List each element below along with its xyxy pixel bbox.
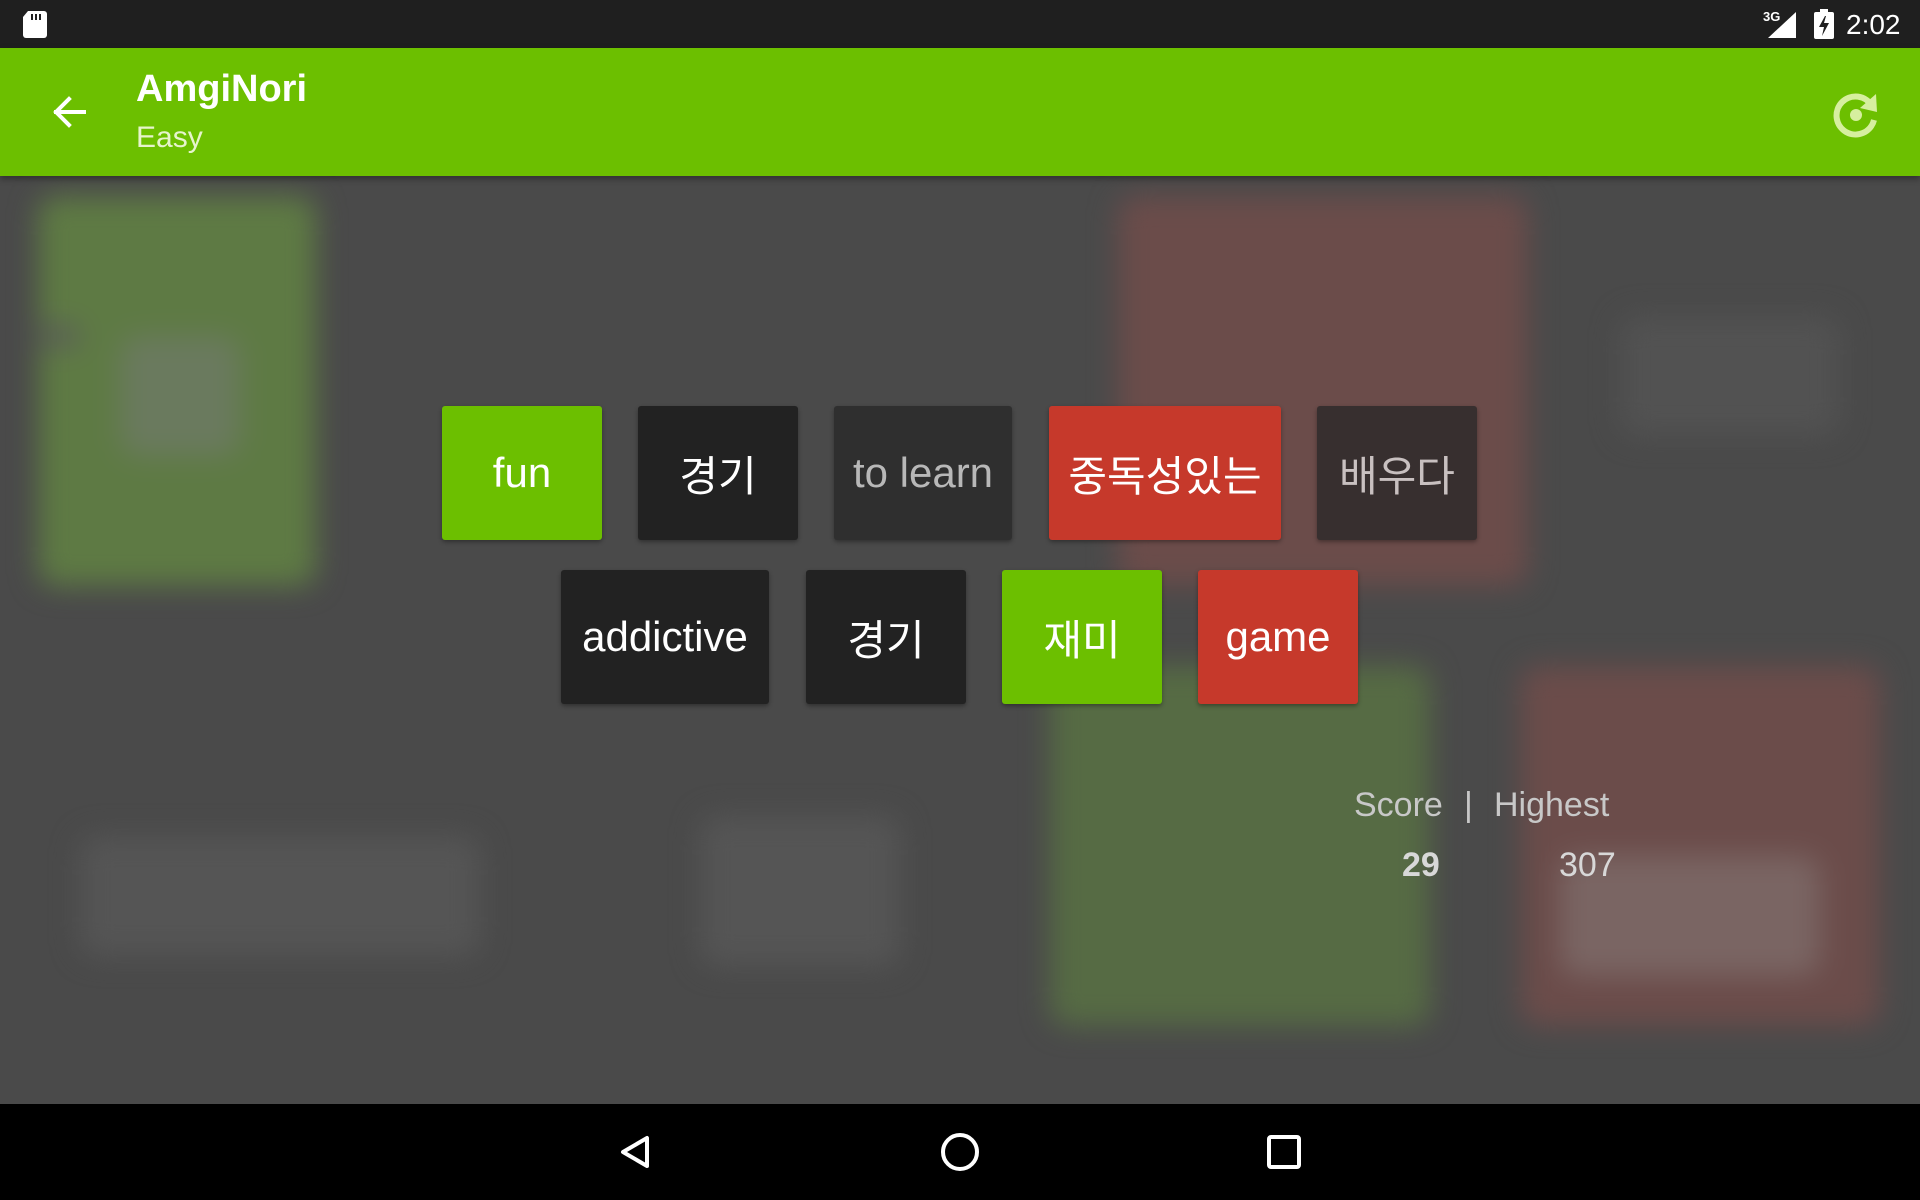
word-tile[interactable]: addictive <box>561 570 769 704</box>
word-tile[interactable]: 재미 <box>1002 570 1162 704</box>
word-tile[interactable]: 경기 <box>638 406 798 540</box>
word-tile-label: game <box>1225 613 1331 660</box>
sd-card-icon <box>23 11 47 38</box>
battery-charging-icon <box>1814 9 1834 39</box>
clock: 2:02 <box>1846 9 1901 40</box>
app-subtitle: Easy <box>136 121 203 154</box>
nav-back-icon <box>621 1136 649 1168</box>
navigation-bar <box>0 1104 1920 1200</box>
back-button[interactable] <box>40 88 104 136</box>
word-tile[interactable]: 경기 <box>806 570 966 704</box>
word-tile-label: 배우다 <box>1339 452 1455 500</box>
status-bar: 3G 2:02 <box>0 0 1920 48</box>
highest-label: Highest <box>1494 786 1610 824</box>
word-tile-label: addictive <box>582 613 748 660</box>
highest-value: 307 <box>1559 846 1616 884</box>
restart-icon <box>1833 93 1877 138</box>
nav-home-button[interactable] <box>930 1124 990 1180</box>
nav-home-icon <box>941 1133 979 1171</box>
word-tile[interactable]: game <box>1198 570 1358 704</box>
word-tile-label: 경기 <box>847 616 925 664</box>
word-tile-label: to learn <box>852 449 994 496</box>
word-tile-label: 중독성있는 <box>1068 452 1262 500</box>
score-value: 29 <box>1402 846 1440 884</box>
word-tile[interactable]: fun <box>442 406 602 540</box>
app-bar: AmgiNori Easy <box>0 48 1920 176</box>
score-label: Score <box>1354 786 1443 824</box>
app-title: AmgiNori <box>136 68 307 110</box>
signal-icon <box>1768 12 1796 38</box>
restart-button[interactable] <box>1826 84 1886 144</box>
word-tile[interactable]: 중독성있는 <box>1049 406 1281 540</box>
word-tile[interactable]: to learn <box>834 406 1012 540</box>
word-tile-label: fun <box>492 449 552 496</box>
word-tile-label: 경기 <box>679 452 757 500</box>
arrow-back-icon <box>53 96 86 128</box>
word-tile-label: 재미 <box>1043 616 1121 664</box>
nav-recents-button[interactable] <box>1254 1124 1314 1180</box>
score-separator: | <box>1464 786 1473 824</box>
word-tile[interactable]: 배우다 <box>1317 406 1477 540</box>
nav-recents-icon <box>1267 1135 1301 1169</box>
nav-back-button[interactable] <box>606 1124 666 1180</box>
